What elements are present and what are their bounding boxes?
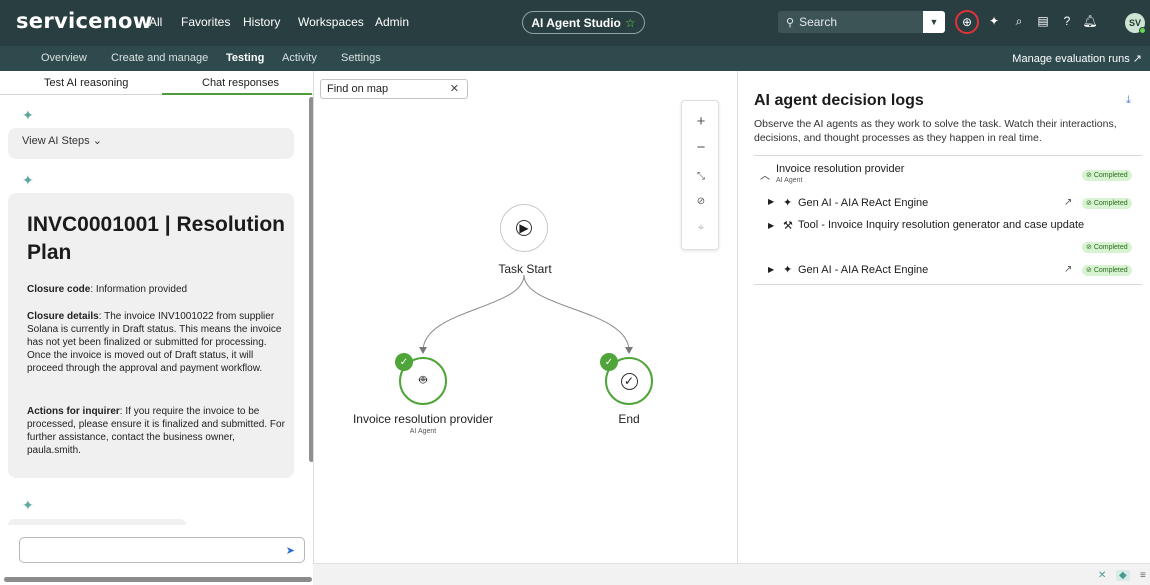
actions-text: Actions for inquirer: If you require the… (27, 405, 287, 457)
status-badge: ⊘ Completed (1082, 265, 1132, 276)
studio-label: AI Agent Studio (531, 15, 621, 30)
closure-code-label: Closure code (27, 284, 91, 295)
wrench-icon: ⚒ (783, 220, 793, 232)
closure-details-label: Closure details (27, 311, 99, 322)
sparkle-icon: ✦ (22, 107, 34, 123)
search-placeholder: Search (799, 15, 838, 29)
tab-create-and-manage[interactable]: Create and manage (111, 52, 208, 64)
status-badge: ⊘ Completed (1082, 198, 1132, 209)
caret-right-icon[interactable]: ▶ (768, 265, 774, 274)
chevron-up-icon[interactable]: ︿ (760, 167, 770, 182)
task-start-node[interactable]: ▶ (500, 204, 548, 252)
collapse-icon[interactable]: ✕ (1098, 570, 1106, 581)
divider (754, 155, 1142, 156)
closure-code-text: Closure code: Information provided (27, 283, 287, 296)
inbox-icon[interactable]: ▤ (1035, 14, 1051, 28)
tab-settings[interactable]: Settings (341, 52, 381, 64)
studio-subnav: Overview Create and manage Testing Activ… (0, 46, 1150, 71)
top-navigation-bar: servicenow All Favorites History Workspa… (0, 0, 1150, 46)
manage-evaluation-runs-label: Manage evaluation runs (1012, 53, 1130, 65)
send-icon[interactable]: ➤ (286, 544, 295, 557)
invoice-provider-label: Invoice resolution provider (352, 412, 494, 426)
user-avatar[interactable]: SV (1125, 13, 1146, 34)
group-subtitle: AI Agent (776, 177, 803, 184)
group-title[interactable]: Invoice resolution provider (776, 163, 904, 175)
nav-admin[interactable]: Admin (375, 15, 409, 29)
sparkle-icon: ✦ (22, 497, 34, 513)
end-label: End (618, 412, 640, 426)
decision-logs-title: AI agent decision logs (754, 92, 924, 109)
log-row-3[interactable]: Gen AI - AIA ReAct Engine (798, 264, 928, 276)
split-view-icon[interactable]: ◆ (1116, 570, 1130, 581)
menu-icon[interactable]: ≡ (1140, 570, 1146, 581)
global-search[interactable]: ⚲ Search ▼ (778, 11, 945, 33)
next-response-card (8, 519, 186, 525)
status-badge: ⊘ Completed (1082, 170, 1132, 181)
tab-activity[interactable]: Activity (282, 52, 317, 64)
status-text: Completed (1093, 267, 1128, 274)
tab-overview[interactable]: Overview (41, 52, 87, 64)
nav-history[interactable]: History (243, 15, 280, 29)
check-icon: ✓ (600, 353, 618, 371)
caret-right-icon[interactable]: ▶ (768, 197, 774, 206)
nav-workspaces[interactable]: Workspaces (298, 15, 364, 29)
external-link-icon[interactable]: ↗ (1064, 197, 1072, 208)
status-text: Completed (1093, 172, 1128, 179)
status-text: Completed (1093, 200, 1128, 207)
active-tab-indicator (162, 93, 312, 95)
avatar-initials: SV (1128, 18, 1141, 28)
chevron-down-icon: ⌄ (92, 135, 102, 147)
status-badge: ⊘ Completed (1082, 242, 1132, 253)
caret-right-icon[interactable]: ▶ (768, 221, 774, 230)
nav-favorites[interactable]: Favorites (181, 15, 230, 29)
status-text: Completed (1093, 244, 1128, 251)
search-scope-chevron-icon[interactable]: ▼ (923, 11, 945, 33)
sparkle-icon: ✦ (783, 264, 793, 276)
globe-icon[interactable]: ⊕ (955, 10, 979, 34)
notification-bell-icon[interactable]: 🔔︎ (1082, 14, 1098, 28)
check-icon: ✓ (395, 353, 413, 371)
chat-icon[interactable]: ⌕ (1011, 14, 1027, 29)
view-ai-steps-toggle[interactable]: View AI Steps ⌄ (22, 134, 102, 147)
tab-chat-responses[interactable]: Chat responses (202, 77, 279, 89)
ai-agent-studio-pill[interactable]: AI Agent Studio ☆ (522, 11, 645, 34)
bottom-status-bar (313, 563, 1150, 585)
help-icon[interactable]: ? (1059, 14, 1075, 28)
actions-label: Actions for inquirer (27, 406, 120, 417)
sparkle-icon: ✦ (783, 197, 793, 209)
star-icon[interactable]: ☆ (625, 16, 636, 30)
external-link-icon: ↗ (1132, 53, 1142, 65)
closure-code-value: : Information provided (90, 284, 188, 295)
sparkle-icon: ✦ (22, 172, 34, 188)
external-link-icon[interactable]: ↗ (1064, 264, 1072, 275)
invoice-provider-sublabel: AI Agent (409, 428, 437, 435)
horizontal-scrollbar[interactable] (4, 577, 312, 582)
sparkle-icon[interactable]: ✦ (986, 14, 1002, 28)
chat-input[interactable]: ➤ (19, 537, 305, 563)
flow-connectors (419, 274, 633, 354)
check-circle-icon: ✓ (620, 372, 638, 390)
response-heading: INVC0001001 | Resolution Plan (27, 213, 285, 264)
search-icon: ⚲ (786, 16, 795, 29)
task-start-label: Task Start (498, 262, 552, 276)
tab-test-ai-reasoning[interactable]: Test AI reasoning (44, 77, 128, 89)
nav-all[interactable]: All (149, 15, 162, 29)
robot-icon: 🤖︎ (419, 372, 427, 387)
view-ai-steps-label: View AI Steps (22, 135, 90, 147)
servicenow-logo[interactable]: servicenow (16, 9, 152, 33)
decision-logs-description: Observe the AI agents as they work to so… (754, 118, 1117, 144)
log-row-2[interactable]: Tool - Invoice Inquiry resolution genera… (798, 219, 1084, 231)
play-icon: ▶ (516, 220, 532, 236)
download-icon[interactable]: ⤓ (1126, 94, 1131, 107)
tab-testing[interactable]: Testing (226, 52, 264, 64)
log-row-1[interactable]: Gen AI - AIA ReAct Engine (798, 197, 928, 209)
manage-evaluation-runs-link[interactable]: Manage evaluation runs ↗ (1012, 52, 1142, 65)
closure-details-text: Closure details: The invoice INV1001022 … (27, 310, 287, 375)
divider (754, 284, 1142, 285)
status-dot (1139, 27, 1146, 34)
